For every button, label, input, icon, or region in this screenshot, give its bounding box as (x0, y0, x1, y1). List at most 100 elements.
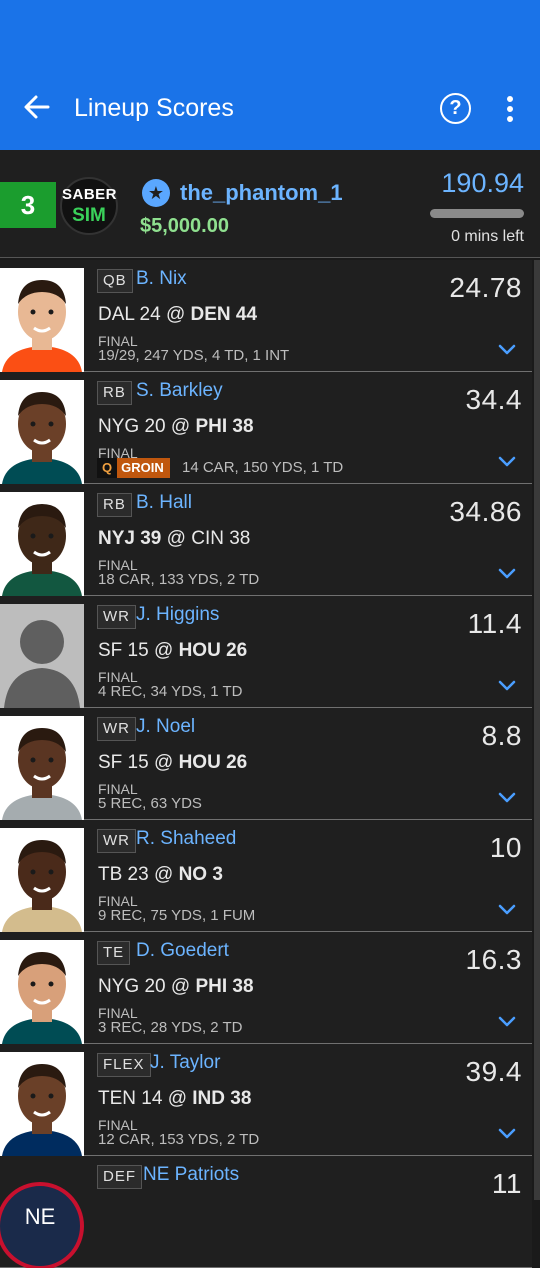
home-team-score: PHI 38 (195, 976, 254, 997)
home-team-score: HOU 26 (178, 640, 248, 661)
chevron-down-icon[interactable] (498, 344, 516, 356)
player-row[interactable]: RB S. Barkley 34.4 NYG 20 @ PHI 38 FINAL Q GRO… (0, 372, 532, 484)
game-score: DAL 24 @ DEN 44 (98, 304, 257, 326)
injury-label: GROIN (121, 460, 164, 475)
position-tag: RB (97, 381, 132, 405)
player-points: 11 (491, 1168, 522, 1199)
player-stats: 9 REC, 75 YDS, 1 FUM (98, 907, 256, 924)
game-score: NYJ 39 @ CIN 38 (98, 528, 250, 550)
help-icon[interactable]: ? (440, 93, 471, 124)
player-row[interactable]: QB B. Nix 24.78 DAL 24 @ DEN 44 FINAL 19/29, … (0, 260, 532, 372)
player-row[interactable]: NE DEF NE Patriots 11 (0, 1156, 532, 1268)
player-points: 34.86 (449, 496, 522, 527)
position-tag: WR (97, 717, 136, 741)
home-team-score: NO 3 (178, 864, 223, 885)
player-points: 39.4 (465, 1056, 522, 1087)
player-points: 11.4 (467, 608, 522, 639)
chevron-down-icon[interactable] (498, 568, 516, 580)
position-tag: WR (97, 829, 136, 853)
away-team-score: SF 15 (98, 752, 149, 773)
more-options-icon[interactable] (500, 95, 520, 123)
away-team-score: TB 23 (98, 864, 149, 885)
player-stats: 18 CAR, 133 YDS, 2 TD (98, 571, 260, 588)
game-score: NYG 20 @ PHI 38 (98, 976, 254, 998)
at-separator: @ (165, 976, 196, 997)
player-headshot (0, 492, 84, 596)
player-stats: 4 REC, 34 YDS, 1 TD (98, 683, 243, 700)
prize-amount: $5,000.00 (140, 215, 229, 237)
player-headshot (0, 716, 84, 820)
scrollbar[interactable] (534, 260, 540, 1200)
app-bar: Lineup Scores ? (0, 0, 540, 150)
page-title: Lineup Scores (74, 94, 234, 122)
home-team-score: PHI 38 (195, 416, 254, 437)
player-placeholder-avatar (0, 604, 84, 708)
away-team-score: SF 15 (98, 640, 149, 661)
chevron-down-icon[interactable] (498, 792, 516, 804)
game-score: SF 15 @ HOU 26 (98, 640, 247, 662)
time-progress-bar (430, 209, 524, 218)
player-name[interactable]: B. Hall (136, 492, 192, 514)
player-headshot (0, 380, 84, 484)
star-icon[interactable]: ★ (142, 179, 170, 207)
player-points: 24.78 (449, 272, 522, 303)
rank-badge: 3 (0, 182, 56, 228)
at-separator: @ (161, 528, 192, 549)
chevron-down-icon[interactable] (498, 456, 516, 468)
player-name[interactable]: J. Higgins (136, 604, 219, 626)
game-score: SF 15 @ HOU 26 (98, 752, 247, 774)
logo-text-bottom: SIM (72, 205, 106, 226)
player-name[interactable]: R. Shaheed (136, 828, 236, 850)
position-tag: TE (97, 941, 131, 965)
player-headshot (0, 940, 84, 1044)
player-name[interactable]: B. Nix (136, 268, 187, 290)
player-row[interactable]: FLEX J. Taylor 39.4 TEN 14 @ IND 38 FINAL 12 … (0, 1044, 532, 1156)
home-team-score: IND 38 (192, 1088, 252, 1109)
at-separator: @ (148, 864, 179, 885)
position-tag: QB (97, 269, 133, 293)
at-separator: @ (160, 304, 191, 325)
player-row[interactable]: WR J. Higgins 11.4 SF 15 @ HOU 26 FINAL 4 REC… (0, 596, 532, 708)
player-headshot (0, 1052, 84, 1156)
game-score: TEN 14 @ IND 38 (98, 1088, 251, 1110)
away-team-score: TEN 14 (98, 1088, 163, 1109)
injury-status: Q (97, 458, 118, 478)
time-left: 0 mins left (451, 228, 524, 245)
back-arrow-icon[interactable] (22, 92, 52, 122)
player-stats: 12 CAR, 153 YDS, 2 TD (98, 1131, 260, 1148)
username[interactable]: the_phantom_1 (180, 180, 343, 206)
player-points: 16.3 (465, 944, 522, 975)
home-team-score: DEN 44 (190, 304, 258, 325)
at-separator: @ (148, 640, 179, 661)
position-tag: DEF (97, 1165, 142, 1189)
chevron-down-icon[interactable] (498, 904, 516, 916)
home-team-score: CIN 38 (191, 528, 251, 549)
logo-text-top: SABER (62, 186, 118, 203)
position-tag: FLEX (97, 1053, 151, 1077)
player-name[interactable]: NE Patriots (143, 1164, 239, 1186)
player-name[interactable]: D. Goedert (136, 940, 229, 962)
player-row[interactable]: WR J. Noel 8.8 SF 15 @ HOU 26 FINAL 5 REC, 63… (0, 708, 532, 820)
player-points: 34.4 (465, 384, 522, 415)
chevron-down-icon[interactable] (498, 680, 516, 692)
player-points: 10 (489, 832, 522, 863)
game-score: TB 23 @ NO 3 (98, 864, 223, 886)
away-team-score: NYJ 39 (98, 528, 162, 549)
at-separator: @ (148, 752, 179, 773)
player-stats: 14 CAR, 150 YDS, 1 TD (182, 459, 344, 476)
player-name[interactable]: J. Noel (136, 716, 195, 738)
player-row[interactable]: RB B. Hall 34.86 NYJ 39 @ CIN 38 FINAL 18 CAR… (0, 484, 532, 596)
player-name[interactable]: J. Taylor (150, 1052, 220, 1074)
player-row[interactable]: WR R. Shaheed 10 TB 23 @ NO 3 FINAL 9 REC, 75… (0, 820, 532, 932)
away-team-score: NYG 20 (98, 976, 166, 997)
home-team-score: HOU 26 (178, 752, 248, 773)
chevron-down-icon[interactable] (498, 1128, 516, 1140)
sabersim-logo: SABER SIM (60, 177, 118, 235)
chevron-down-icon[interactable] (498, 1016, 516, 1028)
total-points: 190.94 (441, 168, 524, 198)
away-team-score: NYG 20 (98, 416, 166, 437)
away-team-score: DAL 24 (98, 304, 161, 325)
player-name[interactable]: S. Barkley (136, 380, 223, 402)
player-row[interactable]: TE D. Goedert 16.3 NYG 20 @ PHI 38 FINAL 3 RE… (0, 932, 532, 1044)
at-separator: @ (165, 416, 196, 437)
